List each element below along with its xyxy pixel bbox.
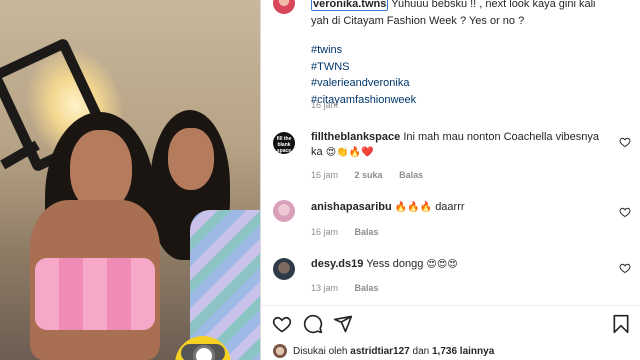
comment-avatar[interactable]: fill the blank space bbox=[273, 132, 295, 154]
reply-button[interactable]: Balas bbox=[355, 227, 379, 237]
likes-count[interactable]: 1,736 lainnya bbox=[432, 346, 494, 357]
avatar-logo-text: fill the blank space bbox=[276, 136, 292, 154]
owner-avatar[interactable] bbox=[273, 0, 295, 14]
comment-avatar[interactable] bbox=[273, 200, 295, 222]
likes-summary: Disukai oleh astridtiar127 dan 1,736 lai… bbox=[273, 344, 494, 358]
comment-text: Yess dongg bbox=[366, 258, 424, 270]
liker-avatar bbox=[273, 344, 287, 358]
comment-body: anishapasaribu 🔥🔥🔥 daarrr bbox=[311, 200, 611, 215]
like-heart-icon[interactable] bbox=[272, 314, 292, 334]
comment-likes[interactable]: 2 suka bbox=[355, 170, 383, 180]
actions-separator bbox=[261, 305, 640, 306]
comment-time: 16 jam bbox=[311, 227, 339, 237]
hashtag[interactable]: #citayamfashionweek bbox=[311, 92, 611, 109]
comment-meta: 16 jam Balas bbox=[311, 227, 393, 237]
person-right-face bbox=[168, 128, 214, 190]
comment-body: fillthe​blankspace Ini mah mau nonton Co… bbox=[311, 130, 611, 160]
hashtag[interactable]: #TWNS bbox=[311, 59, 611, 76]
comment-avatar[interactable] bbox=[273, 258, 295, 280]
comment-username[interactable]: fillthe​blankspace bbox=[311, 131, 400, 143]
comment-emojis: 😍😍😍 bbox=[426, 259, 458, 270]
comment-emojis: 😍👏🔥❤️ bbox=[325, 147, 374, 158]
comment-body: desy.ds19 Yess dongg 😍😍😍 bbox=[311, 257, 611, 272]
caption-time: 16 jam bbox=[311, 100, 339, 110]
hashtag[interactable]: #twins bbox=[311, 42, 611, 59]
liker-username[interactable]: astridtiar127 bbox=[350, 346, 409, 357]
bookmark-icon[interactable] bbox=[611, 314, 631, 334]
comment-emojis: 🔥🔥🔥 bbox=[394, 202, 433, 213]
likes-middle: dan bbox=[412, 345, 430, 357]
comment-time: 13 jam bbox=[311, 283, 339, 293]
post-caption: veronika.twns Yuhuuu bebsku !! , next lo… bbox=[311, 0, 611, 108]
pink-top bbox=[35, 258, 155, 330]
share-icon[interactable] bbox=[333, 314, 353, 334]
comment-time: 16 jam bbox=[311, 170, 339, 180]
comment-username[interactable]: desy.ds19 bbox=[311, 258, 363, 270]
reply-button[interactable]: Balas bbox=[355, 283, 379, 293]
heart-icon[interactable] bbox=[619, 206, 631, 218]
reply-button[interactable]: Balas bbox=[399, 170, 423, 180]
comment-icon[interactable] bbox=[303, 314, 323, 334]
comment-meta: 13 jam Balas bbox=[311, 283, 393, 293]
hashtag-list: #twins #TWNS #valerieandveronika #citaya… bbox=[311, 42, 611, 108]
comment-text: daarrr bbox=[435, 201, 465, 213]
comment-meta: 16 jam 2 suka Balas bbox=[311, 170, 437, 180]
hashtag[interactable]: #valerieandveronika bbox=[311, 75, 611, 92]
comments-panel: veronika.twns Yuhuuu bebsku !! , next lo… bbox=[261, 0, 640, 360]
comment-username[interactable]: anishapasaribu bbox=[311, 201, 392, 213]
post-media[interactable] bbox=[0, 0, 260, 360]
likes-prefix: Disukai oleh bbox=[293, 345, 348, 357]
heart-icon[interactable] bbox=[619, 136, 631, 148]
owner-username[interactable]: veronika.twns bbox=[311, 0, 389, 11]
heart-icon[interactable] bbox=[619, 262, 631, 274]
